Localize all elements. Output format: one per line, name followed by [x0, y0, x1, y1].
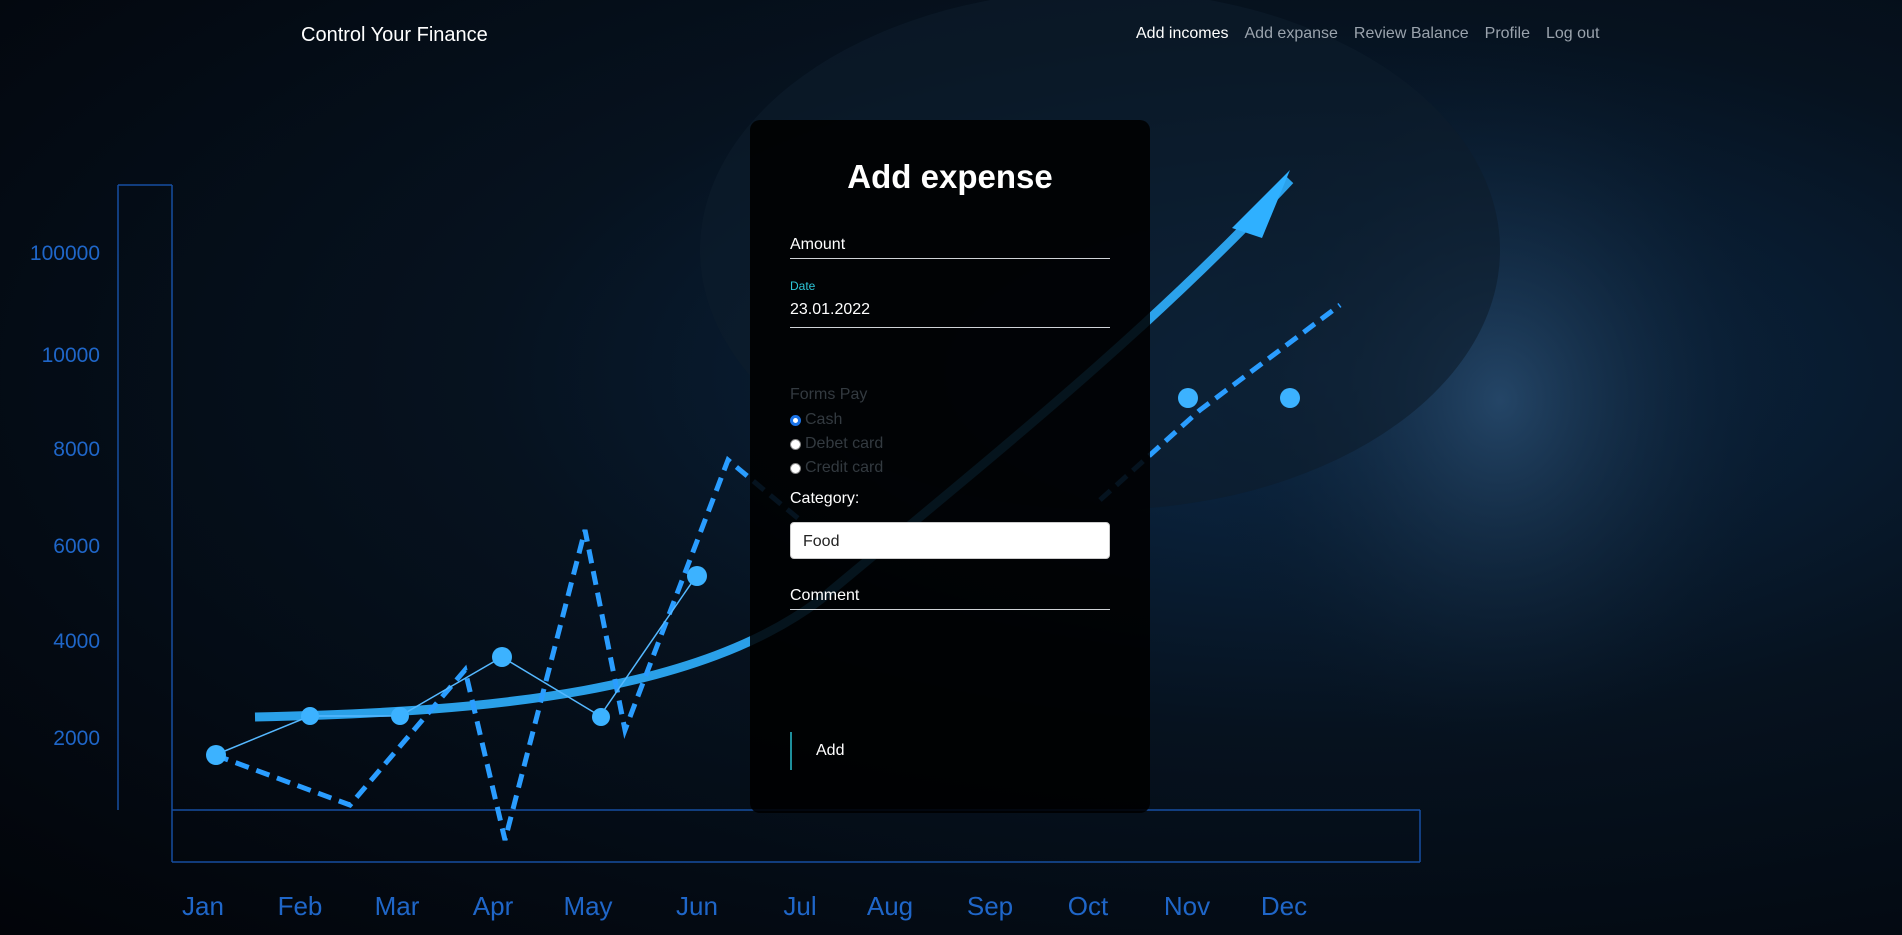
amount-label: Amount	[790, 236, 846, 253]
bg-month-label: Jul	[783, 891, 816, 921]
bg-month-label: Feb	[278, 891, 323, 921]
pay-option-debet-card[interactable]: Debet card	[790, 432, 1110, 456]
bg-y-tick: 10000	[42, 344, 100, 367]
bg-month-label: Sep	[967, 891, 1013, 921]
bg-y-tick: 6000	[53, 535, 100, 558]
comment-field[interactable]: Comment	[790, 581, 1110, 610]
bg-month-label: Oct	[1068, 891, 1109, 921]
bg-y-tick: 8000	[53, 438, 100, 461]
bg-month-label: May	[563, 891, 612, 921]
cash-radio[interactable]	[790, 414, 801, 426]
expense-form-card: Add expense Amount Date 23.01.2022 Forms…	[750, 120, 1150, 813]
bg-month-label: Nov	[1164, 891, 1210, 921]
date-label: Date	[790, 279, 816, 293]
pay-option-credit-card[interactable]: Credit card	[790, 456, 1110, 480]
bg-y-tick: 2000	[53, 727, 100, 750]
nav-profile[interactable]: Profile	[1485, 25, 1530, 43]
payment-method-title: Forms Pay	[790, 386, 868, 403]
bg-y-tick: 100000	[30, 242, 100, 265]
form-title: Add expense	[847, 158, 1053, 195]
bg-month-label: Dec	[1261, 891, 1307, 921]
brand-title[interactable]: Control Your Finance	[301, 24, 488, 47]
nav-add-incomes[interactable]: Add incomes	[1136, 25, 1229, 43]
bg-month-label: Jun	[676, 891, 718, 921]
bg-month-label: Aug	[867, 891, 913, 921]
bg-month-label: Apr	[473, 891, 514, 921]
add-button[interactable]: Add	[790, 732, 844, 770]
bg-month-label: Mar	[375, 891, 420, 921]
credit-card-label: Credit card	[805, 459, 884, 476]
category-select[interactable]: Food	[790, 522, 1110, 559]
amount-field[interactable]: Amount	[790, 230, 1110, 259]
credit-card-radio[interactable]	[790, 462, 801, 474]
category-label: Category:	[790, 490, 860, 507]
bg-y-tick: 4000	[53, 630, 100, 653]
pay-option-cash[interactable]: Cash	[790, 408, 1110, 432]
payment-method-group: Forms Pay Cash Debet card Credit card	[790, 386, 1110, 480]
nav-log-out[interactable]: Log out	[1546, 25, 1599, 43]
nav-add-expanse[interactable]: Add expanse	[1245, 25, 1338, 43]
nav-review-balance[interactable]: Review Balance	[1354, 25, 1469, 43]
bg-month-label: Jan	[182, 891, 224, 921]
top-nav: Add incomes Add expanse Review Balance P…	[1136, 25, 1599, 43]
debet-card-radio[interactable]	[790, 438, 801, 450]
cash-label: Cash	[805, 411, 843, 428]
debet-card-label: Debet card	[805, 435, 884, 452]
date-value: 23.01.2022	[790, 301, 871, 318]
comment-label: Comment	[790, 587, 860, 604]
date-field[interactable]: Date 23.01.2022	[790, 279, 1110, 328]
